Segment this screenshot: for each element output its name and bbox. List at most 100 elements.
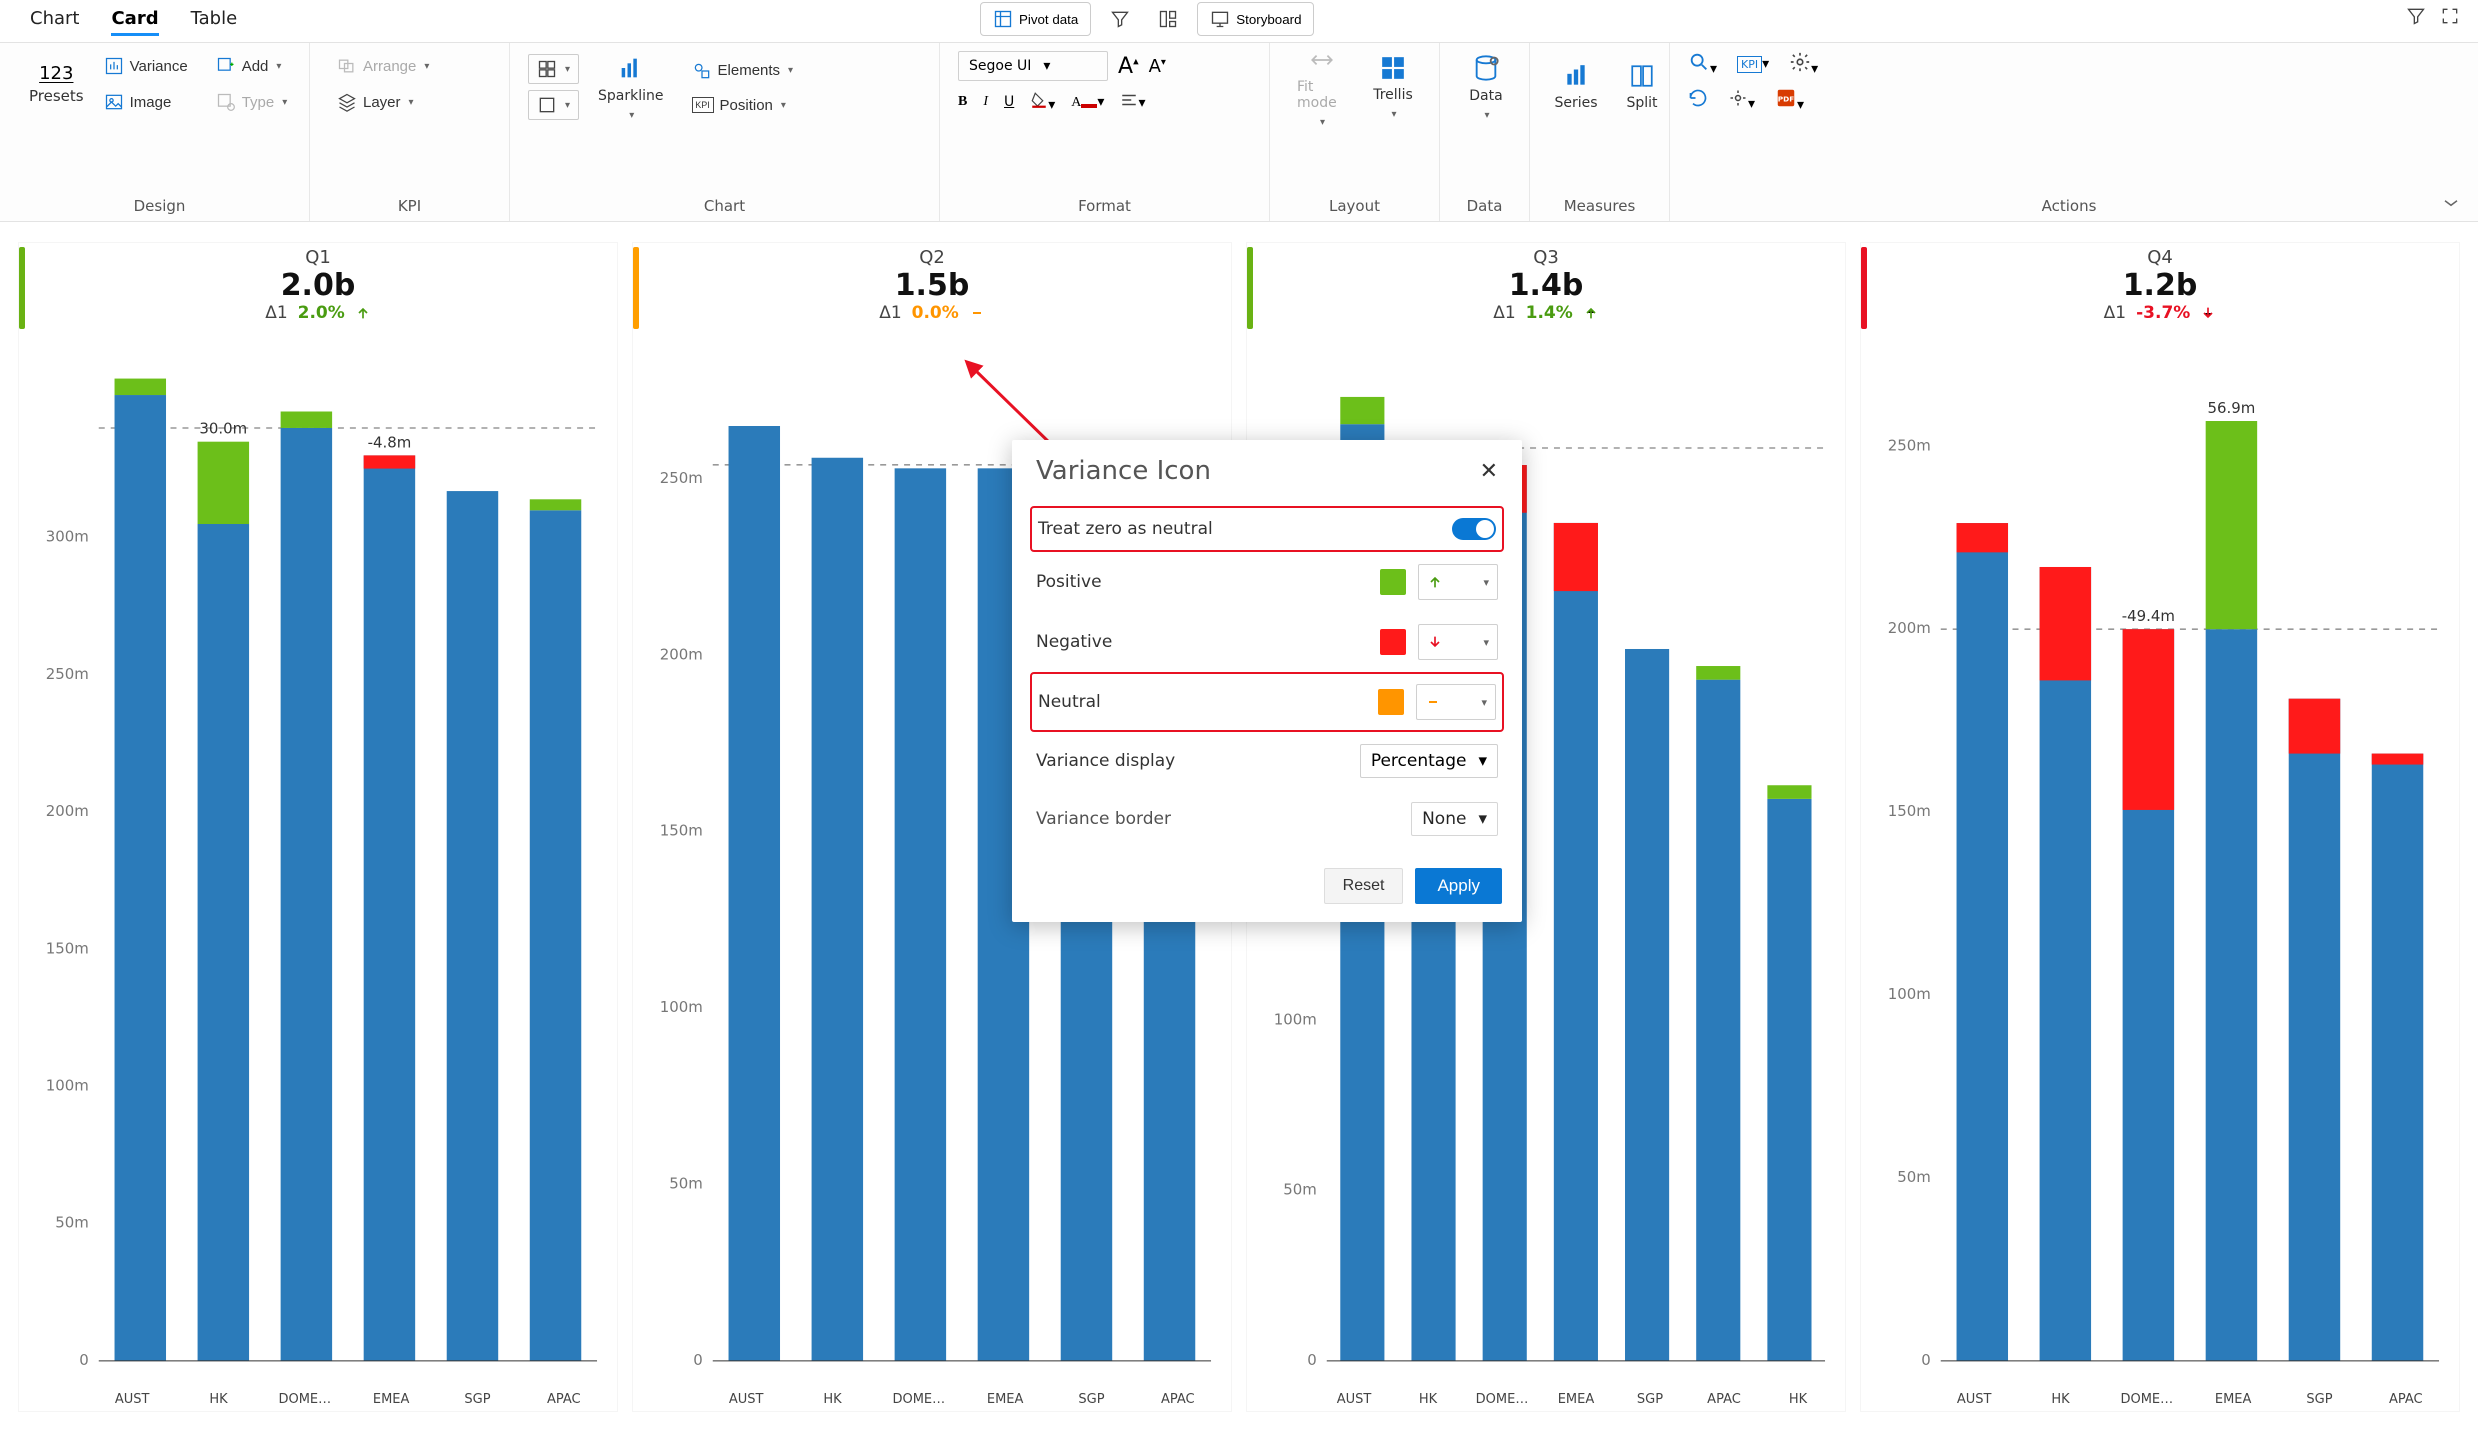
card-title: Q3 [1247, 247, 1845, 268]
neutral-icon-select[interactable]: ▾ [1416, 684, 1496, 720]
presets-number[interactable]: 123 [39, 63, 73, 84]
pivot-data-button[interactable]: Pivot data [980, 2, 1091, 36]
trellis-button[interactable]: Trellis▾ [1365, 51, 1421, 123]
add-icon [216, 56, 236, 76]
fitmode-button[interactable]: Fit mode▾ [1288, 51, 1355, 123]
card-delta: Δ1 -3.7% [1861, 303, 2459, 323]
align-button-format[interactable]: ▾ [1120, 93, 1145, 111]
row-positive: Positive ▾ [1030, 552, 1504, 612]
settings-kpi-button[interactable]: KPI▾ [1737, 56, 1769, 72]
xaxis-label: EMEA [2190, 1392, 2276, 1407]
status-stripe [633, 247, 639, 329]
fill-color-button[interactable]: ▾ [1030, 91, 1055, 113]
xaxis-label: APAC [1687, 1392, 1761, 1407]
variance-border-select[interactable]: None▾ [1411, 802, 1498, 836]
xaxis-label: DOME… [262, 1392, 348, 1407]
svg-text:0: 0 [1307, 1351, 1317, 1369]
variance-button[interactable]: Variance [95, 51, 197, 81]
xaxis-label: SGP [2276, 1392, 2362, 1407]
positive-color[interactable] [1380, 569, 1406, 595]
zero-neutral-toggle[interactable] [1452, 518, 1496, 540]
align-button[interactable]: ▾ [528, 54, 579, 84]
popup-title: Variance Icon [1036, 456, 1211, 486]
card-q4[interactable]: Q4 1.2b Δ1 -3.7% 050m100m150m200m250m-49… [1860, 242, 2460, 1412]
neutral-color[interactable] [1378, 689, 1404, 715]
ribbon-label-data: Data [1458, 191, 1511, 215]
ribbon-label-kpi: KPI [328, 191, 491, 215]
bold-button[interactable]: B [958, 94, 967, 110]
xaxis-q2: AUSTHKDOME…EMEASGPAPAC [643, 1392, 1221, 1407]
arrange-button[interactable]: Arrange▾ [328, 51, 491, 81]
font-color-button[interactable]: A▾ [1071, 94, 1104, 111]
tab-card[interactable]: Card [111, 8, 158, 40]
card-q1[interactable]: Q1 2.0b Δ1 2.0% 050m100m150m200m250m300m… [18, 242, 618, 1412]
template-button[interactable] [1149, 4, 1187, 34]
filter-icon[interactable] [2406, 6, 2426, 30]
ribbon-group-kpi: Arrange▾ Layer▾ KPI [310, 43, 510, 221]
ribbon-label-layout: Layout [1288, 191, 1421, 215]
focus-mode-icon[interactable] [2440, 6, 2460, 30]
close-button[interactable]: ✕ [1480, 458, 1498, 484]
tab-table[interactable]: Table [191, 8, 238, 33]
border-button[interactable]: ▾ [528, 90, 579, 120]
split-button[interactable]: Split [1614, 51, 1670, 123]
decrease-font-icon[interactable]: A▾ [1149, 56, 1166, 77]
arrange-icon [337, 56, 357, 76]
underline-button[interactable]: U [1004, 94, 1014, 110]
xaxis-label: DOME… [876, 1392, 962, 1407]
card-delta: Δ1 1.4% [1247, 303, 1845, 323]
xaxis-q3: AUSTHKDOME…EMEASGPAPACHK [1257, 1392, 1835, 1407]
variance-display-select[interactable]: Percentage▾ [1360, 744, 1498, 778]
card-value: 1.4b [1247, 268, 1845, 303]
presets-button[interactable]: Presets [28, 86, 85, 106]
arrow-up-icon [1583, 305, 1599, 321]
filter-settings-button[interactable] [1101, 4, 1139, 34]
arrow-up-icon [355, 305, 371, 321]
svg-text:0: 0 [79, 1351, 89, 1369]
ribbon-group-layout: Fit mode▾ Trellis▾ Layout [1270, 43, 1440, 221]
storyboard-button[interactable]: Storyboard [1197, 2, 1314, 36]
xaxis-label: EMEA [348, 1392, 434, 1407]
xaxis-label: HK [1761, 1392, 1835, 1407]
positive-icon-select[interactable]: ▾ [1418, 564, 1498, 600]
ribbon-group-measures: Series Split Measures [1530, 43, 1670, 221]
apply-button[interactable]: Apply [1415, 868, 1502, 904]
ribbon-group-format: Segoe UI▾ A▴ A▾ B I U ▾ A▾ ▾ Format [940, 43, 1270, 221]
export-pdf-button[interactable]: PDF▾ [1775, 87, 1804, 113]
position-button[interactable]: KPI Position▾ [683, 92, 803, 119]
image-button[interactable]: Image [95, 87, 197, 117]
status-stripe [19, 247, 25, 329]
variance-icon-popup: Variance Icon ✕ Treat zero as neutral Po… [1012, 440, 1522, 922]
gear-cycle-button[interactable]: ▾ [1728, 88, 1755, 112]
card-value: 2.0b [19, 268, 617, 303]
storyboard-label: Storyboard [1236, 12, 1301, 27]
row-neutral: Neutral ▾ [1030, 672, 1504, 732]
xaxis-label: AUST [1931, 1392, 2017, 1407]
refresh-button[interactable] [1688, 88, 1708, 112]
increase-font-icon[interactable]: A▴ [1118, 54, 1139, 79]
series-button[interactable]: Series [1548, 51, 1604, 123]
ribbon-group-chart: ▾ ▾ Sparkline ▾ Elements▾ KPI Position▾ [510, 43, 940, 221]
negative-icon-select[interactable]: ▾ [1418, 624, 1498, 660]
layer-button[interactable]: Layer▾ [328, 87, 491, 117]
add-button[interactable]: Add▾ [207, 51, 297, 81]
type-button[interactable]: Type▾ [207, 87, 297, 117]
row-variance-border: Variance border None▾ [1030, 790, 1504, 848]
italic-button[interactable]: I [983, 94, 988, 110]
series-icon [1563, 63, 1589, 89]
xaxis-label: EMEA [1539, 1392, 1613, 1407]
ribbon-expand-icon[interactable] [2442, 197, 2460, 213]
tab-chart[interactable]: Chart [30, 8, 79, 33]
sparkline-button[interactable]: Sparkline ▾ [589, 51, 672, 123]
data-button[interactable]: Data▾ [1458, 51, 1514, 123]
settings-gear-button[interactable]: ▾ [1789, 51, 1818, 77]
svg-text:200m: 200m [660, 645, 703, 663]
negative-color[interactable] [1380, 629, 1406, 655]
svg-text:50m: 50m [669, 1174, 703, 1192]
storyboard-icon [1210, 9, 1230, 29]
svg-text:250m: 250m [660, 469, 703, 487]
elements-button[interactable]: Elements▾ [683, 56, 803, 86]
font-select[interactable]: Segoe UI▾ [958, 51, 1108, 81]
search-button[interactable]: ▾ [1688, 51, 1717, 77]
reset-button[interactable]: Reset [1324, 868, 1404, 904]
